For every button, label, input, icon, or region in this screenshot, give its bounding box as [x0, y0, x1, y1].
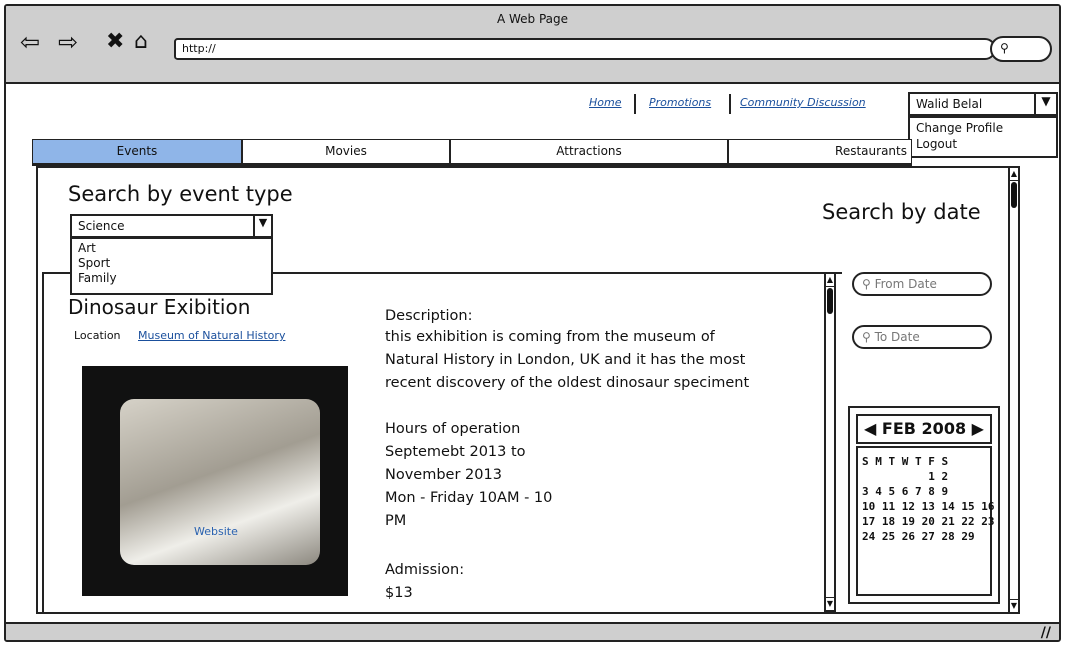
admission-label: Admission: [385, 562, 465, 578]
hours-line: Septemebt 2013 to [385, 444, 526, 460]
browser-window: A Web Page ⇦ ⇨ ✖ ⌂ http:// ⚲ Home Promot… [4, 4, 1061, 642]
scroll-up-icon[interactable]: ▲ [1010, 168, 1018, 181]
promotions-link[interactable]: Promotions [649, 96, 711, 109]
resize-grip-icon[interactable]: // [1041, 625, 1051, 640]
calendar-week[interactable]: 1 2 [862, 469, 986, 484]
link-separator [634, 94, 636, 114]
event-type-menu: Art Sport Family [70, 237, 273, 295]
chevron-down-icon[interactable]: ▼ [1034, 94, 1056, 114]
home-link[interactable]: Home [589, 96, 621, 109]
calendar-grid[interactable]: S M T W T F S 1 23 4 5 6 7 8 9 10 11 12 1… [856, 446, 994, 596]
user-dropdown[interactable]: Walid Belal ▼ [908, 92, 1058, 116]
location-link[interactable]: Museum of Natural History [138, 324, 285, 347]
link-separator [729, 94, 731, 114]
tab-events[interactable]: Events [32, 139, 242, 163]
page-scrollbar[interactable]: ▲ ▼ [1008, 166, 1020, 614]
description-line: Natural History in London, UK and it has… [385, 352, 746, 368]
scroll-thumb[interactable] [827, 288, 833, 314]
from-date-placeholder: From Date [874, 277, 937, 291]
tab-attractions[interactable]: Attractions [450, 139, 728, 163]
tab-movies[interactable]: Movies [242, 139, 450, 163]
back-arrow-icon[interactable]: ⇦ [20, 30, 40, 54]
close-icon[interactable]: ✖ [106, 30, 124, 54]
event-type-dropdown[interactable]: Science ▼ [70, 214, 273, 238]
search-icon: ⚲ [862, 330, 875, 344]
menu-item-sport[interactable]: Sport [78, 256, 265, 271]
category-tabs: Events Movies Attractions Restaurants [32, 139, 912, 166]
event-photo[interactable]: Website [82, 366, 348, 596]
event-scrollbar[interactable]: ▲ ▼ [824, 272, 836, 612]
calendar-week[interactable]: 10 11 12 13 14 15 16 [862, 499, 994, 514]
hours-label: Hours of operation [385, 421, 521, 437]
event-type-value: Science [78, 219, 125, 233]
forward-arrow-icon[interactable]: ⇨ [58, 30, 78, 54]
location-label: Location [74, 329, 121, 342]
address-bar[interactable]: http:// [174, 38, 996, 60]
scroll-up-icon[interactable]: ▲ [826, 274, 834, 287]
hours-line: PM [385, 513, 407, 529]
hours-line: November 2013 [385, 467, 502, 483]
search-event-type-title: Search by event type [68, 182, 293, 206]
browser-titlebar: A Web Page ⇦ ⇨ ✖ ⌂ http:// ⚲ [6, 6, 1059, 84]
menu-item-change-profile[interactable]: Change Profile [916, 120, 1050, 136]
calendar-week[interactable]: 24 25 26 27 28 29 [862, 529, 986, 544]
calendar-month: FEB 2008 [881, 419, 967, 438]
scroll-down-icon[interactable]: ▼ [1010, 599, 1018, 612]
user-dropdown-menu: Change Profile Logout [908, 116, 1058, 158]
scroll-down-icon[interactable]: ▼ [826, 597, 834, 610]
description-line: this exhibition is coming from the museu… [385, 329, 715, 345]
search-icon[interactable]: ⚲ [990, 36, 1052, 62]
admission-price: $13 [385, 585, 413, 601]
tab-restaurants[interactable]: Restaurants [728, 139, 912, 163]
menu-item-logout[interactable]: Logout [916, 136, 1050, 152]
calendar-header: ◀ FEB 2008 ▶ [856, 414, 992, 444]
hours-line: Mon - Friday 10AM - 10 [385, 490, 553, 506]
community-discussion-link[interactable]: Community Discussion [740, 96, 866, 109]
user-dropdown-value: Walid Belal [916, 97, 983, 111]
calendar-week[interactable]: 3 4 5 6 7 8 9 [862, 484, 986, 499]
from-date-field[interactable]: ⚲ From Date [852, 272, 992, 296]
prev-month-icon[interactable]: ◀ [864, 419, 876, 438]
scroll-thumb[interactable] [1011, 182, 1017, 208]
calendar-weekdays: S M T W T F S [862, 455, 949, 468]
home-icon[interactable]: ⌂ [134, 30, 148, 54]
description-label: Description: [385, 308, 473, 324]
search-icon: ⚲ [862, 277, 875, 291]
menu-item-art[interactable]: Art [78, 241, 265, 256]
to-date-placeholder: To Date [874, 330, 920, 344]
dinosaur-photo: Website [120, 399, 320, 565]
event-title: Dinosaur Exibition [68, 295, 251, 319]
calendar-week[interactable]: 17 18 19 20 21 22 23 [862, 514, 994, 529]
search-date-title: Search by date [822, 200, 981, 224]
window-title: A Web Page [496, 12, 569, 26]
description-line: recent discovery of the oldest dinosaur … [385, 375, 750, 391]
status-bar: // [6, 622, 1059, 640]
photo-label[interactable]: Website [194, 525, 238, 538]
menu-item-family[interactable]: Family [78, 271, 265, 286]
chevron-down-icon[interactable]: ▼ [253, 216, 271, 236]
next-month-icon[interactable]: ▶ [972, 419, 984, 438]
date-calendar[interactable]: ◀ FEB 2008 ▶ S M T W T F S 1 23 4 5 6 7 … [848, 406, 1000, 604]
to-date-field[interactable]: ⚲ To Date [852, 325, 992, 349]
